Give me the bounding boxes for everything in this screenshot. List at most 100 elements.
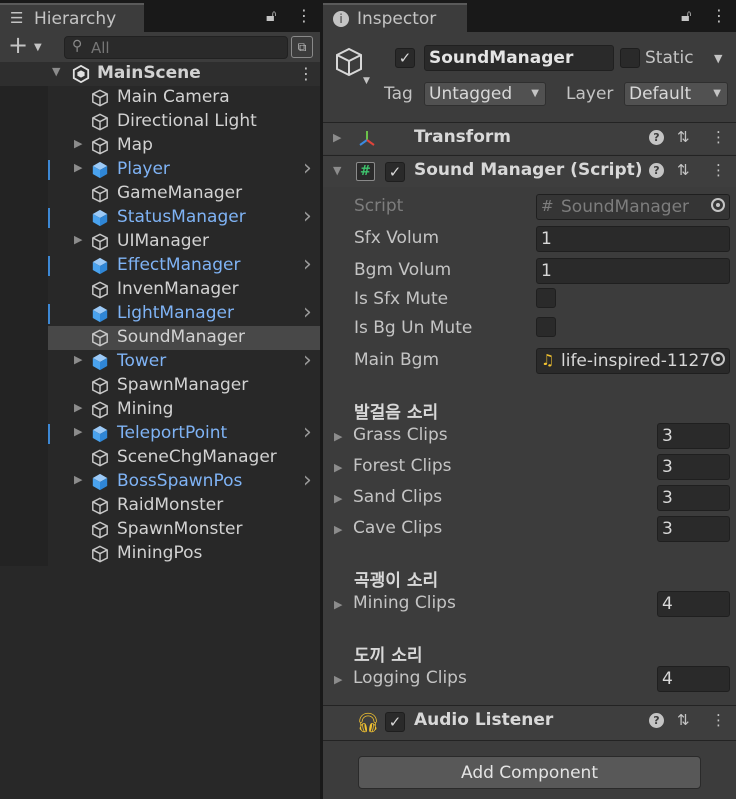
sfx-volum-field[interactable]: [536, 226, 730, 252]
expand-arrow-icon[interactable]: ▶: [334, 523, 342, 536]
tag-dropdown[interactable]: Untagged ▼: [424, 82, 546, 106]
hierarchy-item-label: Mining: [117, 399, 174, 419]
open-prefab-chevron-icon[interactable]: ›: [303, 204, 312, 229]
static-dropdown-icon[interactable]: ▼: [714, 52, 722, 65]
mining-clips-label[interactable]: Mining Clips: [353, 593, 456, 613]
expand-arrow-icon[interactable]: ▶: [334, 492, 342, 505]
add-component-button[interactable]: Add Component: [358, 756, 701, 789]
scene-search-icon[interactable]: ⧉: [291, 36, 313, 58]
expand-arrow-icon[interactable]: ▼: [333, 164, 341, 177]
expand-arrow-icon[interactable]: ▶: [74, 401, 82, 414]
is-sfx-mute-checkbox[interactable]: [536, 288, 556, 308]
expand-arrow-icon[interactable]: ▶: [74, 161, 82, 174]
expand-arrow-icon[interactable]: ▶: [334, 461, 342, 474]
logging-clips-size-field[interactable]: [657, 666, 730, 692]
hierarchy-item[interactable]: Directional Light: [0, 110, 320, 134]
open-prefab-chevron-icon[interactable]: ›: [303, 348, 312, 373]
expand-arrow-icon[interactable]: ▶: [334, 430, 342, 443]
hierarchy-item[interactable]: SpawnManager: [0, 374, 320, 398]
expand-arrow-icon[interactable]: ▶: [74, 353, 82, 366]
mining-clips-size-field[interactable]: [657, 591, 730, 617]
expand-arrow-icon[interactable]: ▶: [74, 473, 82, 486]
kebab-menu-icon[interactable]: ⋮: [711, 128, 726, 146]
sound-manager-component-header[interactable]: ▼ # ✓ Sound Manager (Script) ? ⇅ ⋮: [323, 155, 736, 187]
hierarchy-item-label: LightManager: [117, 303, 234, 323]
hierarchy-item[interactable]: ▶ BossSpawnPos ›: [0, 468, 320, 494]
kebab-menu-icon[interactable]: ⋮: [298, 64, 314, 83]
hierarchy-item[interactable]: SoundManager: [0, 326, 320, 350]
open-prefab-chevron-icon[interactable]: ›: [303, 420, 312, 445]
forest-clips-label[interactable]: Forest Clips: [353, 456, 452, 476]
grass-clips-label[interactable]: Grass Clips: [353, 425, 448, 445]
tab-inspector[interactable]: i Inspector: [323, 3, 467, 32]
help-icon[interactable]: ?: [649, 163, 664, 178]
hierarchy-item[interactable]: SpawnMonster: [0, 518, 320, 542]
expand-arrow-icon[interactable]: ▶: [334, 598, 342, 611]
expand-arrow-icon[interactable]: ▼: [52, 65, 60, 78]
lock-icon[interactable]: 🔓︎: [266, 6, 276, 26]
expand-arrow-icon[interactable]: ▶: [334, 673, 342, 686]
sand-clips-label[interactable]: Sand Clips: [353, 487, 442, 507]
hierarchy-item[interactable]: MiningPos: [0, 542, 320, 566]
scene-name: MainScene: [97, 63, 201, 83]
audio-listener-component-header[interactable]: 🎧︎ ✓ Audio Listener ? ⇅ ⋮: [323, 705, 736, 740]
hierarchy-item[interactable]: StatusManager ›: [0, 204, 320, 230]
hierarchy-item[interactable]: ▶ TeleportPoint ›: [0, 420, 320, 446]
open-prefab-chevron-icon[interactable]: ›: [303, 252, 312, 277]
hierarchy-item[interactable]: LightManager ›: [0, 300, 320, 326]
search-input[interactable]: [91, 39, 281, 57]
preset-sliders-icon[interactable]: ⇅: [677, 161, 690, 179]
preset-sliders-icon[interactable]: ⇅: [677, 128, 690, 146]
hierarchy-item[interactable]: InvenManager: [0, 278, 320, 302]
object-name-field[interactable]: [424, 45, 614, 71]
expand-arrow-icon[interactable]: ▶: [74, 137, 82, 150]
chevron-down-icon[interactable]: ▼: [363, 76, 370, 86]
layer-dropdown[interactable]: Default ▼: [624, 82, 728, 106]
hierarchy-item[interactable]: SceneChgManager: [0, 446, 320, 470]
kebab-menu-icon[interactable]: ⋮: [711, 161, 726, 179]
static-checkbox[interactable]: [620, 48, 640, 68]
hierarchy-item-label: Main Camera: [117, 87, 230, 107]
kebab-menu-icon[interactable]: ⋮: [711, 711, 726, 729]
logging-clips-label[interactable]: Logging Clips: [353, 668, 467, 688]
scene-row[interactable]: ▼ MainScene ⋮: [0, 62, 320, 86]
preset-sliders-icon[interactable]: ⇅: [677, 711, 690, 729]
main-bgm-field[interactable]: ♫ life-inspired-1127: [536, 348, 730, 374]
expand-arrow-icon[interactable]: ▶: [333, 131, 341, 144]
transform-component-header[interactable]: ▶ Transform ? ⇅ ⋮: [323, 122, 736, 154]
active-checkbox[interactable]: ✓: [395, 48, 415, 68]
is-bg-un-mute-checkbox[interactable]: [536, 317, 556, 337]
object-picker-icon[interactable]: [711, 352, 725, 366]
hierarchy-item[interactable]: RaidMonster: [0, 494, 320, 518]
lock-icon[interactable]: 🔓︎: [681, 6, 691, 26]
grass-clips-size-field[interactable]: [657, 423, 730, 449]
kebab-menu-icon[interactable]: ⋮: [296, 6, 312, 25]
cave-clips-size-field[interactable]: [657, 516, 730, 542]
component-enabled-checkbox[interactable]: ✓: [385, 712, 405, 732]
bgm-volum-field[interactable]: [536, 258, 730, 284]
kebab-menu-icon[interactable]: ⋮: [711, 6, 727, 25]
sand-clips-size-field[interactable]: [657, 485, 730, 511]
component-enabled-checkbox[interactable]: ✓: [385, 162, 405, 182]
hierarchy-item[interactable]: EffectManager ›: [0, 252, 320, 278]
cave-clips-label[interactable]: Cave Clips: [353, 518, 442, 538]
open-prefab-chevron-icon[interactable]: ›: [303, 468, 312, 493]
hierarchy-item[interactable]: Main Camera: [0, 86, 320, 110]
chevron-down-icon[interactable]: ▼: [34, 42, 42, 53]
hierarchy-item[interactable]: ▶ Tower ›: [0, 348, 320, 374]
expand-arrow-icon[interactable]: ▶: [74, 233, 82, 246]
help-icon[interactable]: ?: [649, 130, 664, 145]
help-icon[interactable]: ?: [649, 713, 664, 728]
hierarchy-item[interactable]: ▶ UIManager: [0, 230, 320, 254]
plus-icon[interactable]: +: [8, 33, 28, 57]
forest-clips-size-field[interactable]: [657, 454, 730, 480]
hierarchy-item[interactable]: ▶ Mining: [0, 398, 320, 422]
open-prefab-chevron-icon[interactable]: ›: [303, 156, 312, 181]
hierarchy-item[interactable]: GameManager: [0, 182, 320, 206]
hierarchy-item[interactable]: ▶ Map: [0, 134, 320, 158]
expand-arrow-icon[interactable]: ▶: [74, 425, 82, 438]
hierarchy-item[interactable]: ▶ Player ›: [0, 156, 320, 182]
gameobject-cube-icon[interactable]: [333, 46, 365, 78]
open-prefab-chevron-icon[interactable]: ›: [303, 300, 312, 325]
tab-hierarchy[interactable]: ☰ Hierarchy: [0, 3, 144, 32]
